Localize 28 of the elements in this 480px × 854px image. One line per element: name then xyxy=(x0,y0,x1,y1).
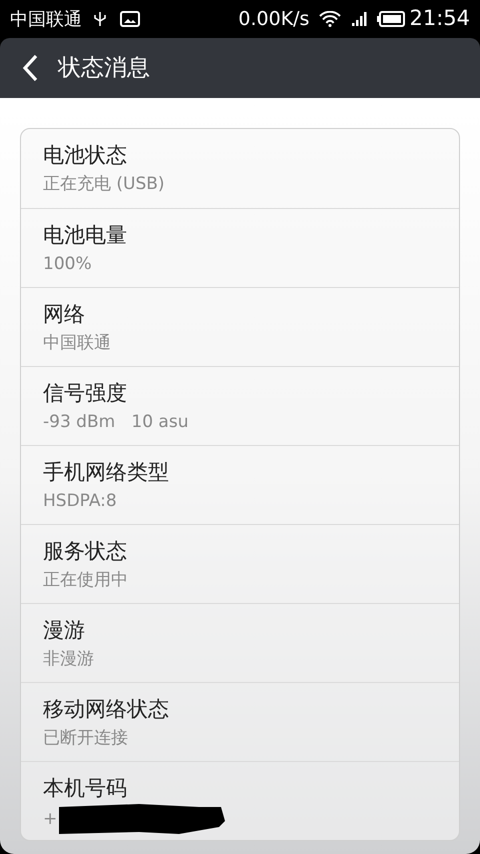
network-speed: 0.00K/s xyxy=(238,6,310,32)
item-value: 中国联通 xyxy=(43,332,111,355)
signal-icon xyxy=(351,11,368,27)
item-value: HSDPA:8 xyxy=(43,490,117,513)
item-title: 信号强度 xyxy=(43,380,128,407)
item-value: 已断开连接 xyxy=(43,727,128,750)
usb-icon xyxy=(94,11,106,27)
back-icon xyxy=(22,54,38,82)
clock: 21:54 xyxy=(409,5,470,32)
page-title: 状态消息 xyxy=(58,54,150,83)
item-title: 本机号码 xyxy=(43,775,128,802)
item-value: 正在使用中 xyxy=(43,569,128,592)
item-title: 移动网络状态 xyxy=(43,696,170,723)
item-value: 非漫游 xyxy=(43,648,94,671)
item-value: 正在充电 (USB) xyxy=(43,173,165,196)
wifi-icon xyxy=(319,11,342,27)
item-title: 电池状态 xyxy=(43,142,128,169)
item-title: 服务状态 xyxy=(43,538,128,565)
item-value: 100% xyxy=(43,253,92,276)
battery-icon xyxy=(377,11,406,27)
item-value: -93 dBm 10 asu xyxy=(43,411,188,434)
item-title: 漫游 xyxy=(43,617,86,644)
image-icon xyxy=(120,11,140,27)
item-title: 电池电量 xyxy=(43,222,128,249)
carrier-name: 中国联通 xyxy=(10,8,82,32)
item-title: 手机网络类型 xyxy=(43,459,170,486)
item-title: 网络 xyxy=(43,301,86,328)
item-value: + xyxy=(43,808,58,831)
